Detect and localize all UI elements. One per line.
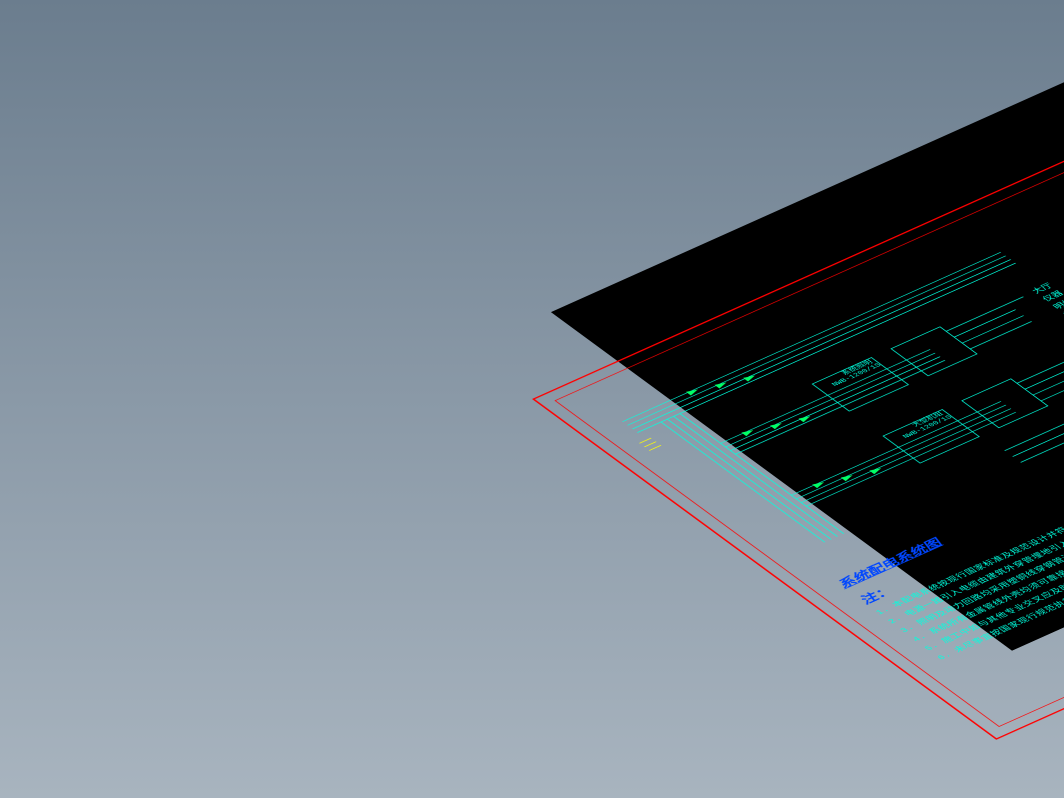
notes-block: 系统配电系统图 注： 1. 本配电系统按现行国家标准及规范设计并符合当地供电部门… [831,431,1064,662]
note-line: 1. 本配电系统按现行国家标准及规范设计并符合当地供电部门的要求 [872,461,1064,617]
note-line: 5. 施工中如与其他专业交叉应及时协调处理按现场实际调整 [921,497,1064,653]
notes-title: 系统配电系统图 [831,431,1064,591]
notes-zhu: 注： [853,447,1064,607]
box-label2: 大型机组 [911,411,947,429]
note-line: 3. 照明及动力回路均采用塑铜线穿钢管沿墙暗敷设至各用电设备 [896,479,1064,635]
drawing-sheet[interactable]: 系统照明 NWB-1200/1S 大型机组 NWB-1200/1S 大厅 仪器 … [532,0,1064,740]
note-line: 2. 电源一路引入电缆由建筑外穿管埋地引入配电室低压配电屏 [884,470,1064,626]
box-note2: NWB-1200/1S [901,414,955,440]
cad-viewport[interactable]: 系统照明 NWB-1200/1S 大型机组 NWB-1200/1S 大厅 仪器 … [0,0,1064,798]
note-line: 4. 系统所有金属管线外壳均须可靠接地接地电阻不大于四欧姆 [909,488,1064,644]
note-line: 6. 未尽事宜按国家现行规范执行。 [933,506,1064,662]
